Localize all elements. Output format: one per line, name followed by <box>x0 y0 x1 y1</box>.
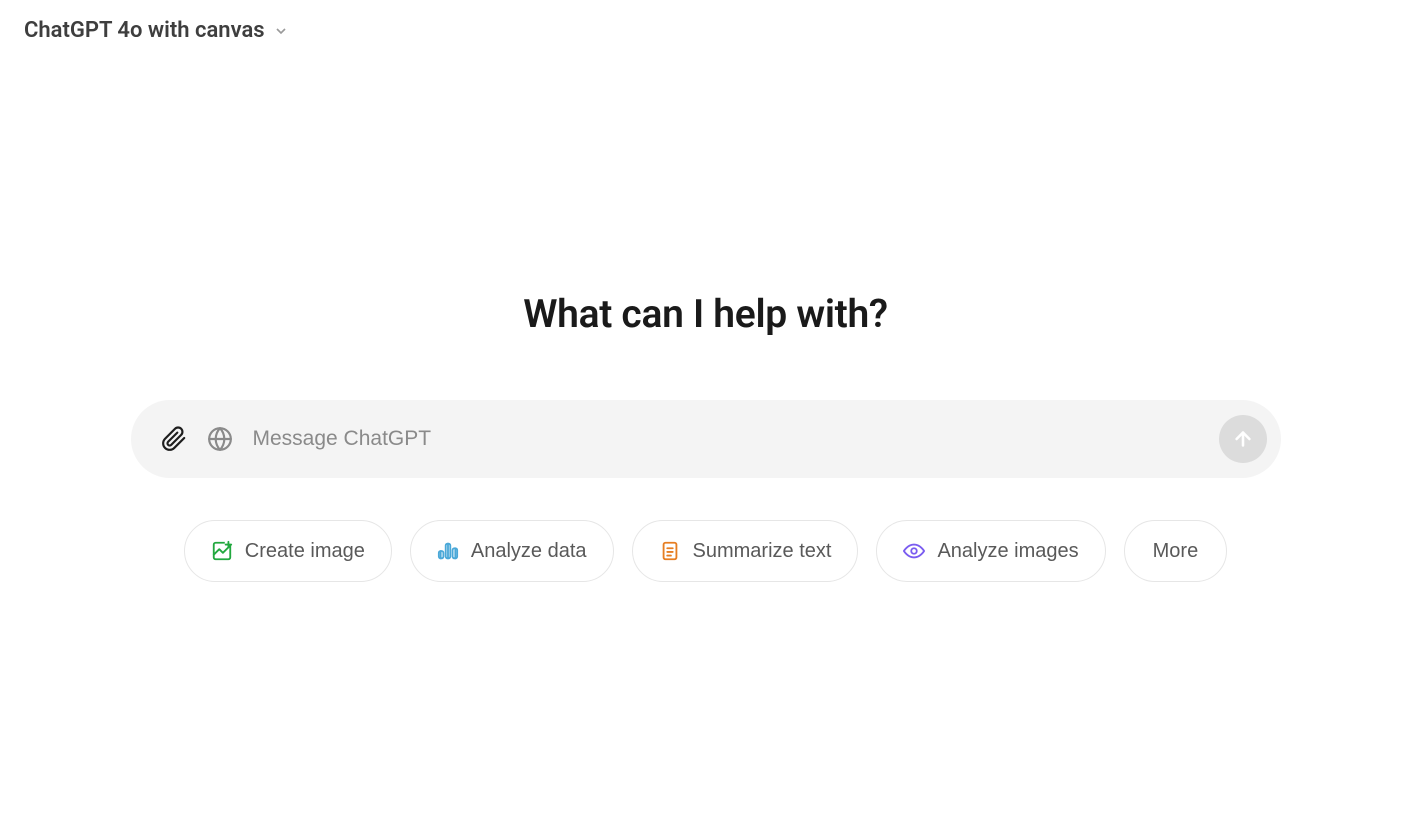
app-header: ChatGPT 4o with canvas <box>0 0 1411 61</box>
suggestion-pill-row: Create image Analyze data Summarize tex <box>184 520 1227 582</box>
attach-file-button[interactable] <box>161 426 187 452</box>
analyze-data-label: Analyze data <box>471 540 587 563</box>
web-search-button[interactable] <box>207 426 233 452</box>
document-icon <box>659 540 681 562</box>
chevron-down-icon <box>273 23 289 39</box>
bar-chart-icon <box>437 540 459 562</box>
model-selector[interactable]: ChatGPT 4o with canvas <box>24 18 289 43</box>
analyze-images-label: Analyze images <box>937 540 1078 563</box>
arrow-up-icon <box>1232 428 1254 450</box>
send-button[interactable] <box>1219 415 1267 463</box>
input-left-icon-group <box>161 426 233 452</box>
model-selector-label: ChatGPT 4o with canvas <box>24 18 265 43</box>
summarize-text-pill[interactable]: Summarize text <box>632 520 859 582</box>
paperclip-icon <box>161 426 187 452</box>
summarize-text-label: Summarize text <box>693 540 832 563</box>
more-label: More <box>1153 540 1199 563</box>
create-image-label: Create image <box>245 540 365 563</box>
page-heading: What can I help with? <box>523 291 888 337</box>
analyze-images-pill[interactable]: Analyze images <box>876 520 1105 582</box>
more-pill[interactable]: More <box>1124 520 1228 582</box>
main-area: What can I help with? <box>0 291 1411 582</box>
create-image-pill[interactable]: Create image <box>184 520 392 582</box>
message-input[interactable] <box>253 400 1219 478</box>
globe-icon <box>207 426 233 452</box>
message-input-container <box>131 400 1281 478</box>
analyze-data-pill[interactable]: Analyze data <box>410 520 614 582</box>
image-icon <box>211 540 233 562</box>
eye-icon <box>903 540 925 562</box>
